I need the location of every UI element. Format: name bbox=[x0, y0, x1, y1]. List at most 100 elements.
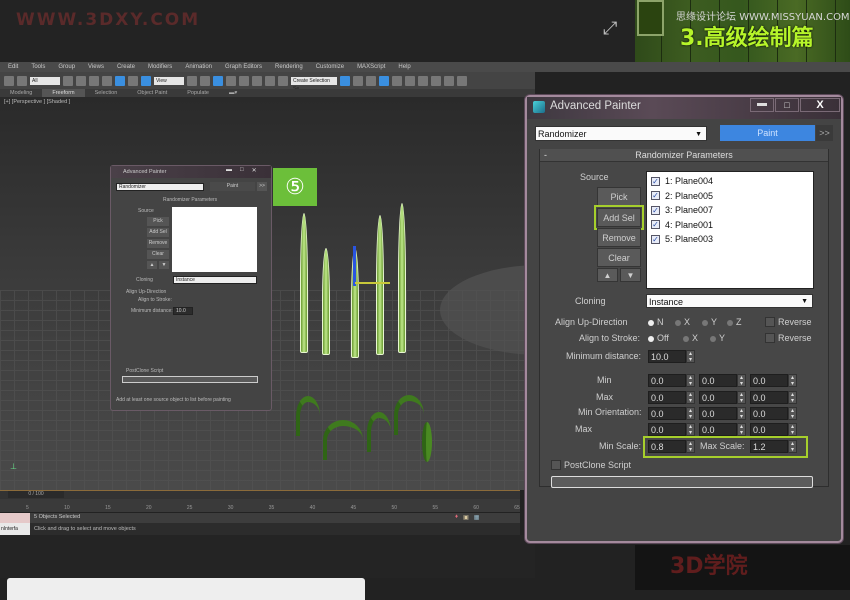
percent-snap-icon[interactable] bbox=[252, 75, 262, 86]
menu-animation[interactable]: Animation bbox=[185, 64, 212, 70]
small-remove-button[interactable]: Remove bbox=[147, 239, 169, 248]
radio-align-up-n[interactable]: N bbox=[648, 317, 664, 327]
grass-blade-selected[interactable] bbox=[322, 248, 330, 355]
maximize-viewport-icon[interactable]: ⤢ bbox=[603, 18, 617, 39]
undo-icon[interactable] bbox=[4, 75, 14, 86]
postclone-script-checkbox[interactable]: PostClone Script bbox=[551, 460, 631, 470]
maxscript-listener-mini[interactable] bbox=[0, 513, 30, 523]
schematic-view-icon[interactable] bbox=[405, 75, 415, 86]
small-min-distance-field[interactable]: 10.0 bbox=[173, 307, 193, 315]
link-icon[interactable] bbox=[17, 75, 27, 86]
small-move-up-button[interactable]: ▲ bbox=[147, 261, 157, 269]
maximize-button[interactable]: □ bbox=[775, 98, 799, 112]
rollout-collapse-toggle[interactable]: - bbox=[544, 149, 547, 162]
move-down-button[interactable]: ▼ bbox=[620, 268, 641, 282]
max-orient-x-spinner[interactable]: 0.0 ▴ ▾ bbox=[648, 423, 695, 436]
checkbox-checked[interactable]: ✓ bbox=[651, 191, 660, 201]
list-item[interactable]: ✓ 2: Plane005 bbox=[651, 189, 809, 204]
menu-group[interactable]: Group bbox=[58, 64, 75, 70]
min-z-spinner[interactable]: 0.0 ▴ ▾ bbox=[750, 374, 797, 387]
selection-filter-select[interactable]: All bbox=[30, 76, 60, 85]
min-scale-spinner[interactable]: 0.8 ▴ ▾ bbox=[648, 440, 695, 453]
rendered-frame-icon[interactable] bbox=[444, 75, 454, 86]
tab-populate[interactable]: Populate bbox=[177, 89, 219, 97]
maximize-icon[interactable]: □ bbox=[240, 167, 244, 174]
keyboard-shortcut-icon[interactable] bbox=[213, 75, 223, 86]
menu-rendering[interactable]: Rendering bbox=[275, 64, 303, 70]
small-cloning-select[interactable]: Instance bbox=[173, 276, 257, 284]
small-source-list[interactable] bbox=[172, 207, 257, 272]
scene-explorer-icon[interactable] bbox=[379, 75, 389, 86]
layer-manager-icon[interactable] bbox=[366, 75, 376, 86]
clear-button[interactable]: Clear bbox=[597, 248, 641, 267]
small-pick-button[interactable]: Pick bbox=[147, 217, 169, 226]
tab-modeling[interactable]: Modeling bbox=[0, 89, 42, 97]
radio-align-up-z[interactable]: Z bbox=[727, 317, 742, 327]
minimize-button[interactable]: ▬ bbox=[750, 98, 774, 112]
tab-object-paint[interactable]: Object Paint bbox=[127, 89, 177, 97]
max-scale-spinner[interactable]: 1.2 ▴ ▾ bbox=[750, 440, 797, 453]
min-scale-value[interactable]: 0.8 bbox=[648, 440, 686, 453]
radio-align-up-y[interactable]: Y bbox=[702, 317, 717, 327]
menu-modifiers[interactable]: Modifiers bbox=[148, 64, 172, 70]
list-item[interactable]: ✓ 4: Plane001 bbox=[651, 218, 809, 233]
tab-selection[interactable]: Selection bbox=[85, 89, 128, 97]
add-sel-button[interactable]: Add Sel bbox=[594, 205, 644, 230]
radio-align-stroke-x[interactable]: X bbox=[683, 333, 698, 343]
render-setup-icon[interactable] bbox=[431, 75, 441, 86]
checkbox-checked[interactable]: ✓ bbox=[651, 220, 660, 230]
grass-blade-selected[interactable] bbox=[376, 215, 384, 355]
checkbox-checked[interactable]: ✓ bbox=[651, 205, 660, 215]
menu-customize[interactable]: Customize bbox=[316, 64, 344, 70]
select-by-name-icon[interactable] bbox=[76, 75, 86, 86]
tab-freeform[interactable]: Freeform bbox=[42, 89, 85, 97]
select-object-icon[interactable] bbox=[63, 75, 73, 86]
viewport-label[interactable]: [+] [Perspective ] [Shaded ] bbox=[4, 99, 70, 105]
manipulate-icon[interactable] bbox=[200, 75, 210, 86]
max-x-spinner[interactable]: 0.0 ▴ ▾ bbox=[648, 391, 695, 404]
menu-help[interactable]: Help bbox=[398, 64, 410, 70]
isolate-icon[interactable]: ♦ bbox=[455, 514, 458, 521]
small-script-bar[interactable] bbox=[122, 376, 258, 383]
menu-views[interactable]: Views bbox=[88, 64, 104, 70]
menu-edit[interactable]: Edit bbox=[8, 64, 18, 70]
min-x-spinner[interactable]: 0.0 ▴ ▾ bbox=[648, 374, 695, 387]
spinner-snap-icon[interactable] bbox=[265, 75, 275, 86]
radio-align-stroke-y[interactable]: Y bbox=[710, 333, 725, 343]
radio-align-up-x[interactable]: X bbox=[675, 317, 690, 327]
curve-editor-icon[interactable] bbox=[392, 75, 402, 86]
menu-graph-editors[interactable]: Graph Editors bbox=[225, 64, 262, 70]
rotate-icon[interactable] bbox=[128, 75, 138, 86]
min-orient-x-spinner[interactable]: 0.0 ▴ ▾ bbox=[648, 407, 695, 420]
max-orient-z-spinner[interactable]: 0.0 ▴ ▾ bbox=[750, 423, 797, 436]
ribbon-options-icon[interactable]: ▬▾ bbox=[219, 89, 247, 97]
menu-tools[interactable]: Tools bbox=[31, 64, 45, 70]
small-expand-button[interactable]: >> bbox=[257, 182, 267, 191]
named-selection-set-select[interactable]: Create Selection Se bbox=[291, 76, 337, 92]
align-icon[interactable] bbox=[353, 75, 363, 86]
menu-create[interactable]: Create bbox=[117, 64, 135, 70]
gizmo-z-axis[interactable] bbox=[353, 246, 356, 286]
min-orient-y-spinner[interactable]: 0.0 ▴ ▾ bbox=[699, 407, 746, 420]
spinner-arrows-icon[interactable]: ▴ ▾ bbox=[686, 350, 695, 363]
postclone-script-field[interactable] bbox=[551, 476, 813, 488]
max-y-spinner[interactable]: 0.0 ▴ ▾ bbox=[699, 391, 746, 404]
checkbox-checked[interactable]: ✓ bbox=[651, 176, 660, 186]
max-scale-value[interactable]: 1.2 bbox=[750, 440, 788, 453]
radio-align-stroke-off[interactable]: Off bbox=[648, 333, 669, 343]
gizmo-y-axis[interactable] bbox=[355, 282, 390, 284]
paint-button[interactable]: Paint bbox=[720, 125, 815, 141]
scale-icon[interactable] bbox=[141, 75, 151, 86]
reference-coord-select[interactable]: View bbox=[154, 76, 184, 85]
grass-blade-selected[interactable] bbox=[300, 213, 308, 353]
min-y-spinner[interactable]: 0.0 ▴ ▾ bbox=[699, 374, 746, 387]
move-up-button[interactable]: ▲ bbox=[597, 268, 618, 282]
small-paint-button[interactable]: Paint bbox=[210, 182, 255, 191]
snap-toggle-icon[interactable] bbox=[226, 75, 236, 86]
min-distance-value[interactable]: 10.0 bbox=[648, 350, 686, 363]
min-distance-spinner[interactable]: 10.0 ▴ ▾ bbox=[648, 350, 695, 363]
selection-region-icon[interactable] bbox=[89, 75, 99, 86]
minimize-icon[interactable]: ▬ bbox=[226, 167, 232, 174]
lock-icon[interactable]: ▣ bbox=[463, 514, 469, 521]
time-slider[interactable]: 0 / 100 bbox=[8, 491, 64, 498]
